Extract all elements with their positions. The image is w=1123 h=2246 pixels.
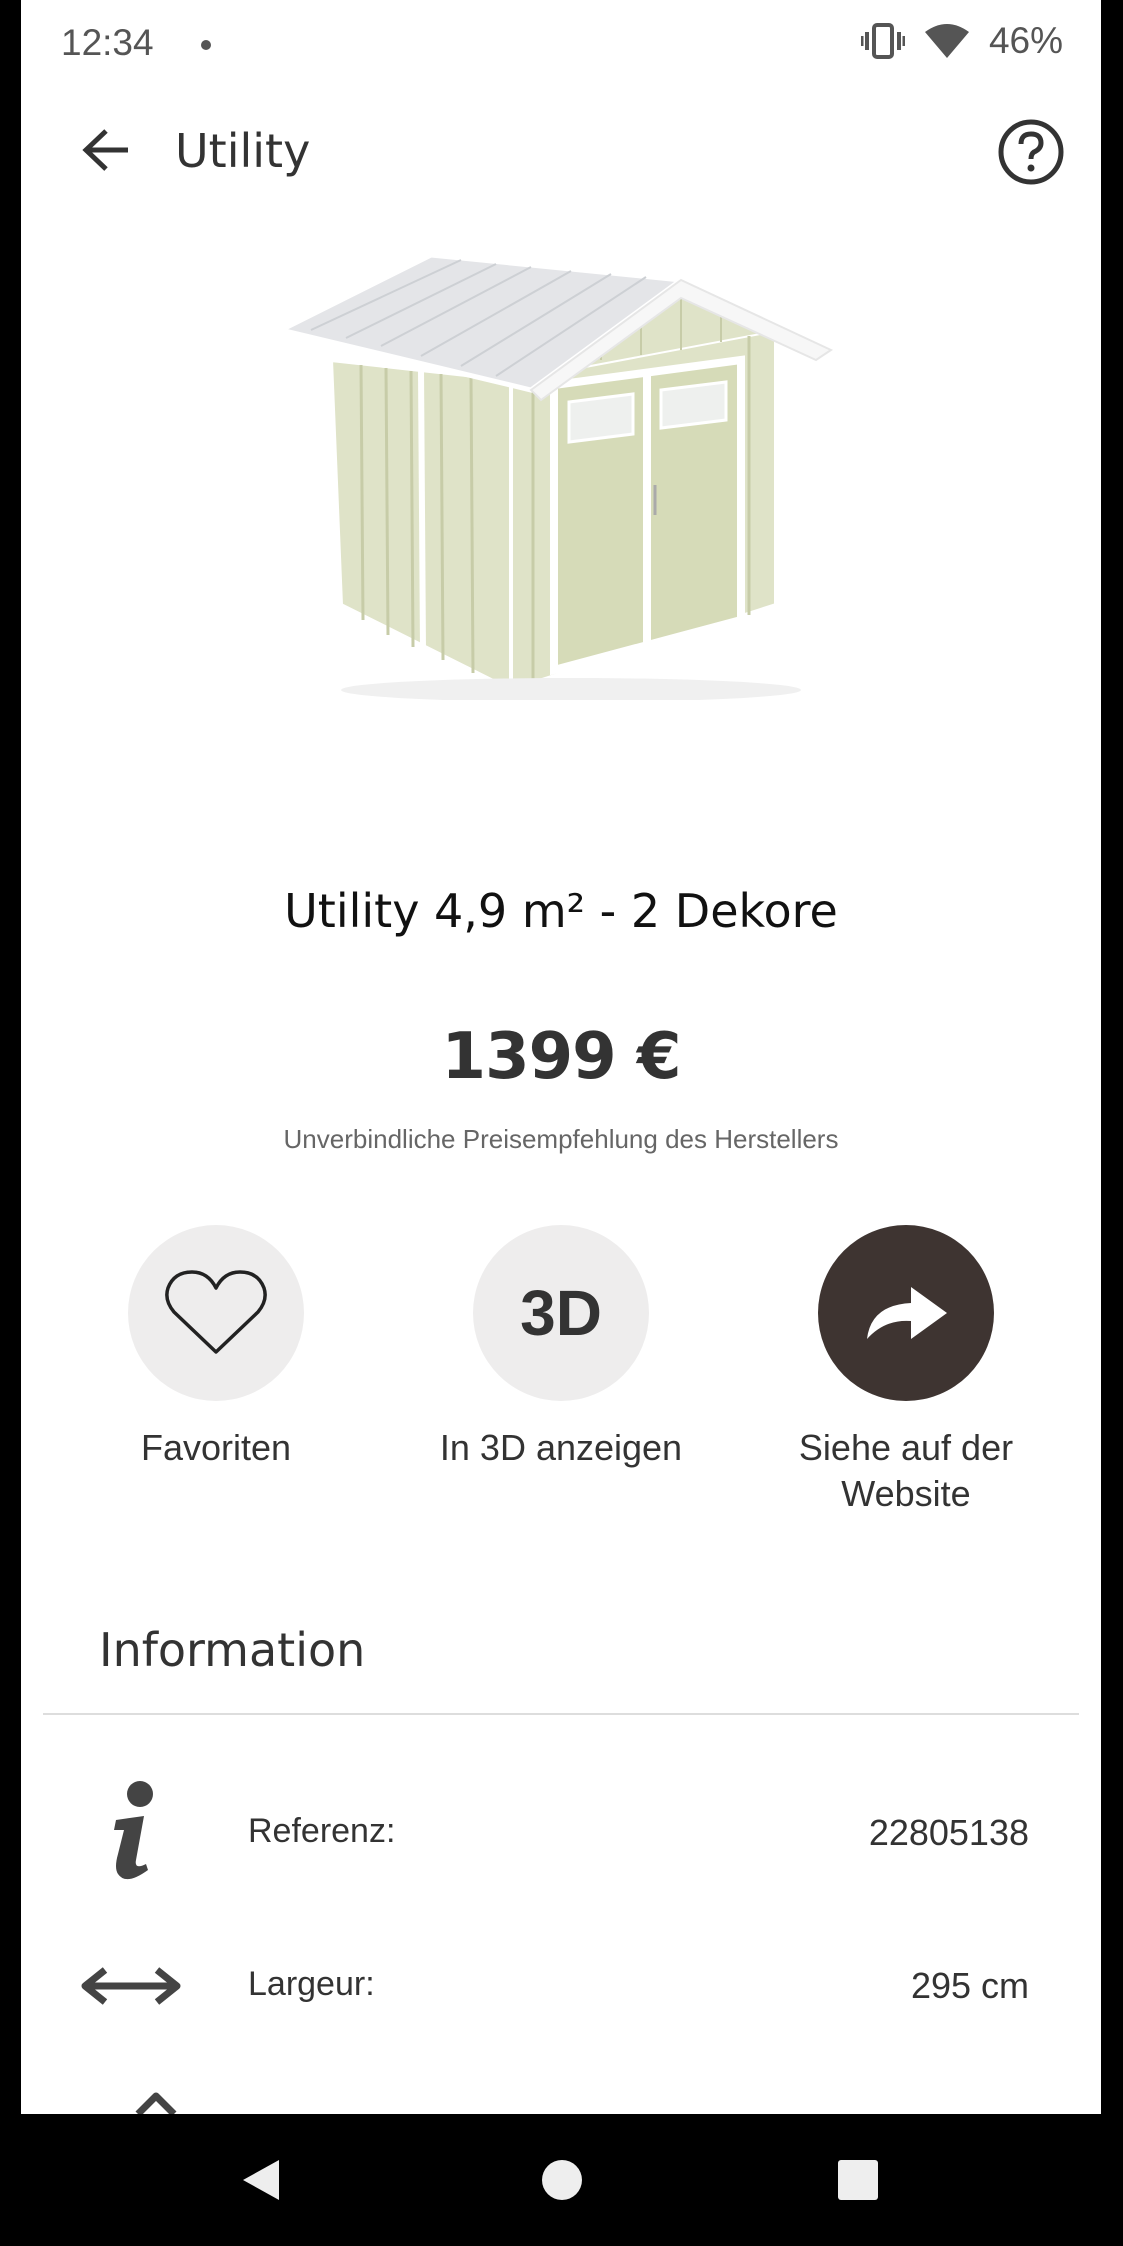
nav-home-button[interactable] [530,2148,594,2212]
wifi-icon [924,24,969,58]
favorites-circle[interactable] [128,1225,304,1401]
product-name: Utility 4,9 m² - 2 Dekore [284,884,838,938]
nav-home-icon [542,2160,582,2200]
info-row-width: Largeur: 295 cm [21,1921,1101,2051]
nav-back-icon [243,2160,279,2200]
price-note: Unverbindliche Preisempfehlung des Herst… [283,1124,839,1154]
nav-back-button[interactable] [229,2148,293,2212]
help-button[interactable] [991,112,1071,192]
info-icon [71,1768,191,1898]
website-label: Siehe auf der Website [799,1425,1013,1517]
battery-level: 46% [988,20,1063,61]
system-nav-bar [0,2114,1123,2246]
reference-value: 22805138 [868,1812,1029,1853]
nav-recents-button[interactable] [826,2148,890,2212]
status-time: 12:34 [61,22,154,63]
website-button[interactable]: Siehe auf der Website [756,1225,1056,1517]
help-icon [998,119,1064,185]
nav-recents-icon [838,2160,878,2200]
width-value: 295 cm [910,1965,1029,2006]
3d-icon: 3D [520,1277,602,1349]
section-divider [43,1713,1079,1715]
information-title: Information [99,1623,366,1677]
view-3d-button[interactable]: 3D In 3D anzeigen [411,1225,711,1471]
favorites-label: Favoriten [140,1427,292,1468]
status-icons: 46% [860,20,1063,62]
page-title: Utility [175,124,311,178]
product-price: 1399 € [441,1020,682,1094]
view-3d-circle[interactable]: 3D [473,1225,649,1401]
product-image [273,252,834,700]
view-3d-label: In 3D anzeigen [439,1427,683,1468]
notification-dot-icon [201,40,211,50]
height-arrow-icon [135,2092,177,2114]
website-circle[interactable] [818,1225,994,1401]
screen: 12:34 46% Utility Utility 4,9 m² - 2 Dek… [21,0,1101,2114]
website-label-line1: Siehe auf der [798,1427,1014,1468]
heart-icon [165,1270,267,1354]
width-arrows-icon [71,1921,191,2051]
app-bar: Utility [21,90,1101,212]
back-button[interactable] [66,110,146,190]
back-arrow-icon [82,129,128,171]
width-key: Largeur: [248,1965,375,2003]
share-arrow-icon [867,1287,947,1339]
info-row-reference: Referenz: 22805138 [21,1768,1101,1898]
reference-key: Referenz: [248,1812,396,1850]
vibrate-icon [860,23,905,59]
status-bar: 12:34 46% [21,0,1101,90]
website-label-line2: Website [841,1473,971,1514]
favorites-button[interactable]: Favoriten [66,1225,366,1471]
